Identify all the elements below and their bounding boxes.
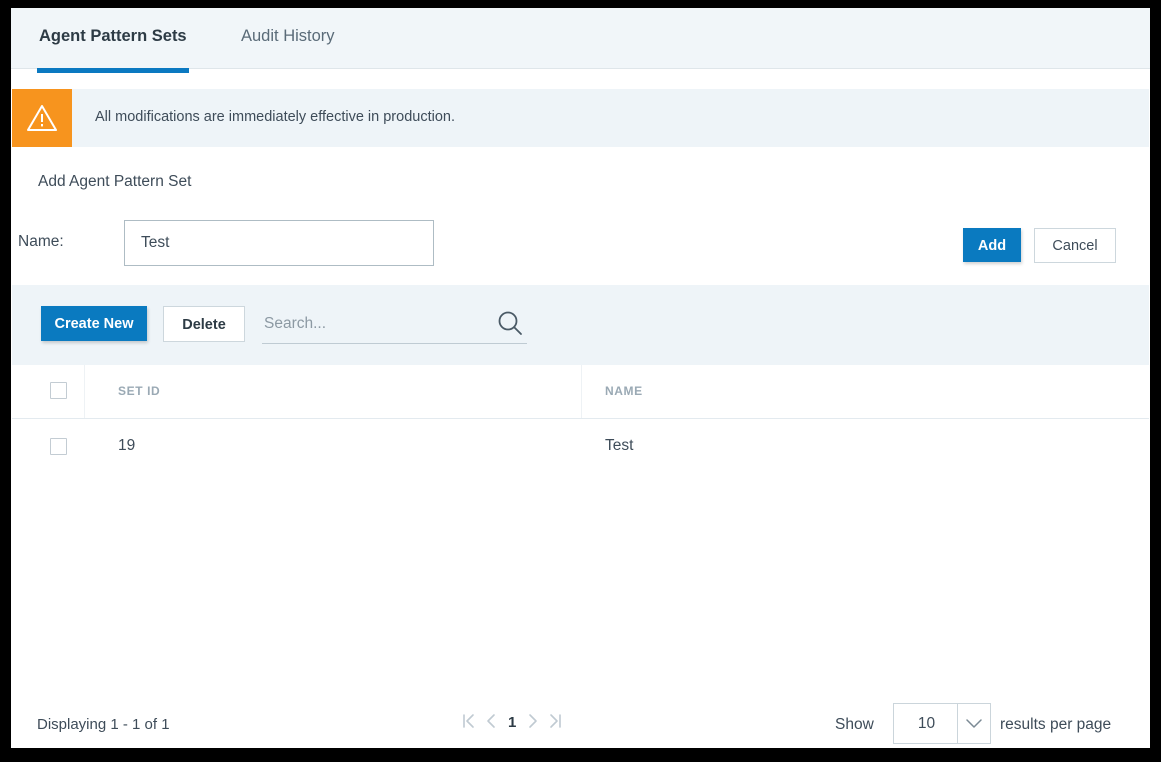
- tab-agent-pattern-sets[interactable]: Agent Pattern Sets: [37, 8, 189, 73]
- search-field: [262, 305, 527, 344]
- header-checkbox-cell: [12, 365, 85, 418]
- cell-name: Test: [605, 437, 634, 454]
- table-footer: Displaying 1 - 1 of 1 1 Show 10 results …: [12, 700, 1149, 747]
- name-input[interactable]: [124, 220, 434, 266]
- warning-banner: All modifications are immediately effect…: [11, 80, 1150, 150]
- table-row[interactable]: 19 Test: [12, 419, 1149, 474]
- page-size-value: 10: [917, 715, 936, 732]
- first-page-icon[interactable]: [462, 713, 475, 732]
- table-header-row: SET ID NAME: [12, 365, 1149, 419]
- cell-set-id: 19: [118, 437, 136, 454]
- form-title: Add Agent Pattern Set: [38, 173, 192, 190]
- table-empty-area: [12, 473, 1149, 701]
- row-select-checkbox[interactable]: [50, 438, 67, 455]
- cancel-button[interactable]: Cancel: [1034, 228, 1116, 263]
- displaying-count: Displaying 1 - 1 of 1: [37, 716, 170, 733]
- create-new-button[interactable]: Create New: [41, 306, 147, 341]
- next-page-icon[interactable]: [527, 713, 538, 732]
- magnifier-icon[interactable]: [495, 309, 525, 344]
- warning-triangle-icon: [12, 89, 72, 147]
- results-per-page-label: results per page: [1000, 716, 1112, 733]
- app-window: Agent Pattern Sets Audit History All mod…: [11, 8, 1150, 748]
- chevron-down-icon[interactable]: [957, 704, 990, 743]
- screen-frame: Agent Pattern Sets Audit History All mod…: [0, 0, 1161, 762]
- header-label-set-id: SET ID: [118, 384, 161, 398]
- header-cell-name[interactable]: NAME: [581, 365, 1149, 418]
- add-button[interactable]: Add: [963, 228, 1021, 262]
- table-toolbar: Create New Delete: [12, 285, 1149, 366]
- page-size-select[interactable]: 10: [893, 703, 991, 744]
- tab-bar: Agent Pattern Sets Audit History: [11, 8, 1150, 73]
- name-field-label: Name:: [18, 233, 64, 250]
- add-pattern-set-form: Add Agent Pattern Set Name: Add Cancel: [11, 150, 1150, 285]
- show-label: Show: [835, 716, 874, 733]
- search-input[interactable]: [262, 305, 481, 343]
- pattern-sets-table: SET ID NAME 19 Test: [12, 365, 1149, 474]
- last-page-icon[interactable]: [549, 713, 562, 732]
- prev-page-icon[interactable]: [486, 713, 497, 732]
- select-all-checkbox[interactable]: [50, 382, 67, 399]
- header-label-name: NAME: [605, 384, 643, 398]
- delete-button[interactable]: Delete: [163, 306, 245, 342]
- page-number-1[interactable]: 1: [508, 714, 516, 731]
- header-cell-set-id[interactable]: SET ID: [84, 365, 582, 418]
- warning-banner-inner: All modifications are immediately effect…: [12, 89, 1149, 147]
- pagination: 1: [462, 713, 562, 732]
- warning-banner-message: All modifications are immediately effect…: [95, 109, 455, 125]
- tab-audit-history[interactable]: Audit History: [239, 8, 337, 68]
